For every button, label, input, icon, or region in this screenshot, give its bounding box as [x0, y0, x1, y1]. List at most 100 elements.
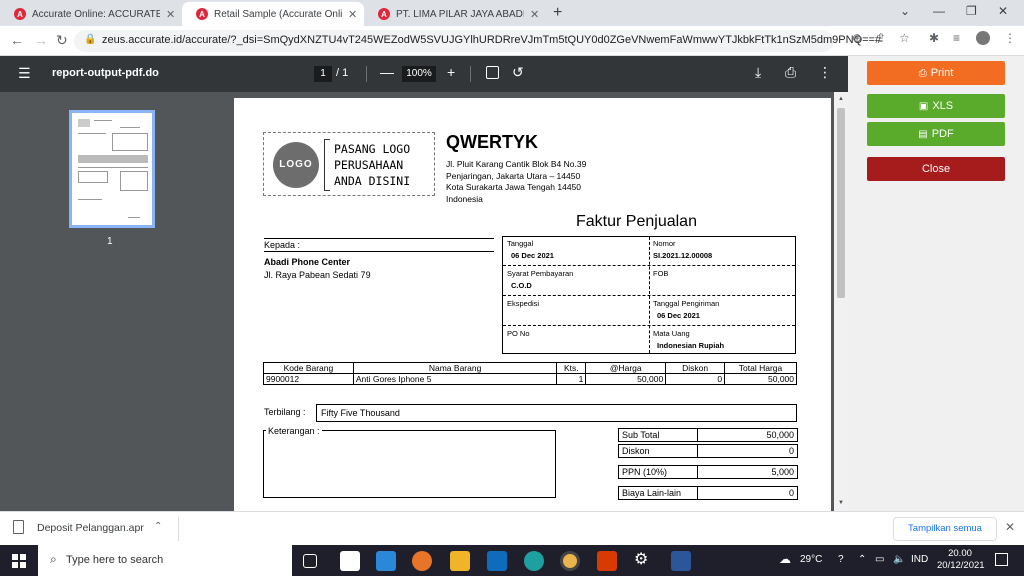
volume-icon[interactable]: 🔈: [893, 554, 905, 565]
excel-file-icon: ▣: [918, 101, 929, 112]
weather-cloud-icon[interactable]: ☁: [779, 552, 791, 566]
outlook-icon[interactable]: [487, 551, 507, 571]
page-number-input[interactable]: 1: [314, 66, 332, 82]
fit-page-icon[interactable]: [486, 66, 499, 79]
word-icon[interactable]: [671, 551, 691, 571]
tab-search-icon[interactable]: ⌄: [900, 4, 910, 18]
reload-button[interactable]: ↻: [56, 32, 68, 49]
zoom-in-button[interactable]: +: [447, 64, 455, 80]
search-placeholder: Type here to search: [66, 554, 164, 566]
tab-retail-sample[interactable]: A Retail Sample (Accurate Online) ✕: [182, 2, 364, 26]
page-total: / 1: [336, 67, 349, 79]
downloads-divider: [178, 517, 179, 541]
notes-label: Keterangan :: [266, 426, 322, 436]
task-view-icon[interactable]: [303, 554, 317, 568]
close-tab-icon[interactable]: ✕: [348, 8, 357, 21]
browser-toolbar: ← → ↻ 🔒 zeus.accurate.id/accurate/?_dsi=…: [0, 26, 1024, 56]
office-icon[interactable]: [597, 551, 617, 571]
other-cost-value: 0: [788, 488, 794, 498]
profile-avatar[interactable]: [976, 31, 990, 45]
close-tab-icon[interactable]: ✕: [166, 8, 175, 21]
mail-icon[interactable]: [376, 551, 396, 571]
chevron-up-icon[interactable]: ⌃: [154, 521, 162, 532]
logo-text-line: PERUSAHAAN: [334, 158, 404, 172]
close-downloads-icon[interactable]: ✕: [1005, 520, 1015, 534]
logo-bracket: [324, 139, 330, 191]
date-label: Tanggal: [507, 239, 534, 248]
chrome-icon[interactable]: [560, 551, 580, 571]
amount-words-value: Fifty Five Thousand: [316, 404, 797, 422]
edge-icon[interactable]: [524, 551, 544, 571]
column-header: Diskon: [665, 362, 726, 374]
chrome-menu-icon[interactable]: ⋮: [1004, 31, 1016, 45]
media-queue-icon[interactable]: ≡: [953, 31, 960, 45]
restore-button[interactable]: ❐: [966, 4, 977, 18]
weather-temperature[interactable]: 29°C: [800, 554, 822, 565]
search-icon: ⌕: [50, 552, 57, 566]
close-button[interactable]: Close: [867, 157, 1005, 181]
items-table: Kode Barang Nama Barang Kts. @Harga Disk…: [263, 362, 797, 385]
back-button[interactable]: ←: [10, 32, 24, 48]
discount-value: 0: [788, 446, 794, 456]
system-clock[interactable]: 20.00 20/12/2021: [937, 548, 985, 572]
pdf-scrollbar-thumb[interactable]: [837, 108, 845, 298]
file-explorer-icon[interactable]: [450, 551, 470, 571]
download-icon[interactable]: ⤓: [755, 64, 761, 81]
tab-strip: A Accurate Online: ACCURATE Data ✕ A Ret…: [0, 0, 1024, 26]
number-value: SI.2021.12.00008: [653, 251, 713, 260]
ship-date-label: Tanggal Pengiriman: [653, 299, 720, 308]
scroll-down-arrow[interactable]: ▼: [838, 500, 844, 506]
subtotal-value: 50,000: [766, 430, 794, 440]
new-tab-button[interactable]: +: [553, 4, 562, 22]
page-thumbnail[interactable]: [69, 110, 155, 228]
zoom-icon[interactable]: ⊕: [852, 31, 862, 45]
rotate-icon[interactable]: ↺: [512, 64, 524, 81]
close-tab-icon[interactable]: ✕: [530, 8, 539, 21]
hamburger-menu-icon[interactable]: ☰: [18, 65, 31, 82]
downloads-bar: Deposit Pelanggan.apr ⌃ Tampilkan semua …: [0, 511, 1024, 545]
download-file-name[interactable]: Deposit Pelanggan.apr: [37, 522, 144, 534]
more-options-icon[interactable]: ⋮: [818, 64, 832, 81]
windows-start-icon[interactable]: [12, 554, 26, 568]
pdf-export-button[interactable]: ▤ PDF: [867, 122, 1005, 146]
clock-date: 20/12/2021: [937, 560, 985, 571]
clock-time: 20.00: [948, 548, 972, 559]
network-icon[interactable]: ▭: [875, 554, 884, 565]
item-total: 50,000: [724, 373, 797, 385]
notification-center-icon[interactable]: [995, 553, 1008, 566]
chevron-up-icon[interactable]: ⌃: [858, 554, 866, 565]
input-language[interactable]: IND: [911, 554, 928, 565]
accurate-logo-icon: A: [196, 8, 208, 20]
logo-placeholder: LOGO PASANG LOGO PERUSAHAAN ANDA DISINI: [263, 132, 435, 196]
windows-taskbar: ⌕ Type here to search ⚙ ☁ 29°C ? ⌃ ▭ 🔈 I…: [0, 545, 1024, 576]
xls-export-button[interactable]: ▣ XLS: [867, 94, 1005, 118]
tab-accurate-data[interactable]: A Accurate Online: ACCURATE Data ✕: [0, 2, 188, 26]
forward-button[interactable]: →: [34, 32, 48, 48]
logo-text: PASANG LOGO PERUSAHAAN ANDA DISINI: [334, 141, 410, 189]
lock-icon[interactable]: 🔒: [84, 34, 96, 45]
firefox-icon[interactable]: [412, 551, 432, 571]
item-price: 50,000: [585, 373, 667, 385]
pdf-file-icon: ▤: [918, 129, 928, 140]
app-shortcut-icon[interactable]: [340, 551, 360, 571]
help-icon[interactable]: ?: [838, 554, 844, 565]
address-bar[interactable]: 🔒 zeus.accurate.id/accurate/?_dsi=SmQydX…: [74, 30, 881, 52]
number-label: Nomor: [653, 239, 676, 248]
taskbar-search[interactable]: ⌕ Type here to search: [38, 545, 292, 576]
zoom-out-button[interactable]: —: [380, 64, 394, 80]
minimize-button[interactable]: —: [933, 4, 945, 18]
print-icon[interactable]: ⎙: [785, 64, 796, 81]
show-all-downloads-button[interactable]: Tampilkan semua: [893, 517, 997, 541]
close-window-button[interactable]: ✕: [998, 4, 1008, 18]
share-icon[interactable]: ⇪: [876, 31, 886, 45]
extensions-icon[interactable]: ✱: [929, 31, 939, 45]
bookmark-star-icon[interactable]: ☆: [899, 31, 910, 45]
zoom-level-input[interactable]: 100%: [402, 66, 436, 82]
accurate-logo-icon: A: [14, 8, 26, 20]
vat-label: PPN (10%): [622, 467, 668, 477]
settings-gear-icon[interactable]: ⚙: [634, 549, 654, 569]
tab-lima-pilar[interactable]: A PT. LIMA PILAR JAYA ABADI (Acc ✕: [364, 2, 546, 26]
scroll-up-arrow[interactable]: ▲: [838, 96, 844, 102]
print-button[interactable]: ⎙ Print: [867, 61, 1005, 85]
column-header: Nama Barang: [352, 362, 558, 374]
